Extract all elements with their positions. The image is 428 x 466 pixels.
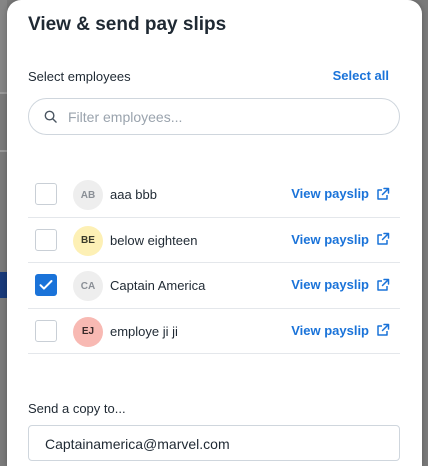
view-payslip-link[interactable]: View payslip bbox=[291, 323, 390, 338]
filter-employees-input[interactable] bbox=[66, 105, 386, 129]
send-copy-label: Send a copy to... bbox=[28, 401, 126, 416]
employee-filter bbox=[28, 98, 400, 135]
background-panel bbox=[0, 0, 7, 92]
select-employees-label: Select employees bbox=[28, 69, 131, 84]
copy-email-input[interactable] bbox=[43, 432, 383, 456]
employee-name: aaa bbb bbox=[110, 187, 157, 202]
employee-row: EJ employe ji ji View payslip bbox=[28, 309, 400, 354]
external-link-icon bbox=[377, 232, 390, 245]
avatar: AB bbox=[73, 180, 103, 210]
checkmark-icon bbox=[39, 280, 53, 290]
employee-list: AB aaa bbb View payslip BE below eightee… bbox=[28, 172, 400, 354]
modal-title: View & send pay slips bbox=[28, 14, 227, 35]
view-payslip-label: View payslip bbox=[291, 277, 369, 292]
employee-checkbox[interactable] bbox=[35, 183, 57, 205]
select-all-link[interactable]: Select all bbox=[333, 68, 389, 83]
search-icon bbox=[44, 110, 57, 123]
view-payslip-link[interactable]: View payslip bbox=[291, 232, 390, 247]
employee-name: below eighteen bbox=[110, 232, 198, 248]
employee-checkbox[interactable] bbox=[35, 274, 57, 296]
employee-row: AB aaa bbb View payslip bbox=[28, 172, 400, 218]
view-payslip-label: View payslip bbox=[291, 322, 369, 338]
external-link-icon bbox=[377, 187, 390, 200]
external-link-icon bbox=[377, 278, 390, 291]
background-highlight bbox=[0, 272, 7, 298]
view-payslip-label: View payslip bbox=[291, 231, 369, 247]
employee-row: CA Captain America View payslip bbox=[28, 263, 400, 309]
avatar: BE bbox=[73, 225, 103, 256]
avatar: CA bbox=[73, 271, 103, 301]
avatar: EJ bbox=[73, 316, 103, 347]
employee-name: employe ji ji bbox=[110, 323, 178, 339]
employee-name: Captain America bbox=[110, 278, 206, 293]
external-link-icon bbox=[377, 323, 390, 336]
employee-checkbox[interactable] bbox=[35, 319, 57, 342]
background-divider bbox=[0, 92, 7, 94]
view-payslip-link[interactable]: View payslip bbox=[291, 186, 390, 201]
background-divider bbox=[0, 150, 7, 152]
view-payslip-link[interactable]: View payslip bbox=[291, 277, 390, 292]
employee-row: BE below eighteen View payslip bbox=[28, 218, 400, 263]
employee-checkbox[interactable] bbox=[35, 228, 57, 251]
pay-slips-modal: View & send pay slips Select employees S… bbox=[7, 0, 422, 466]
copy-email-field bbox=[28, 425, 400, 461]
view-payslip-label: View payslip bbox=[291, 186, 369, 201]
